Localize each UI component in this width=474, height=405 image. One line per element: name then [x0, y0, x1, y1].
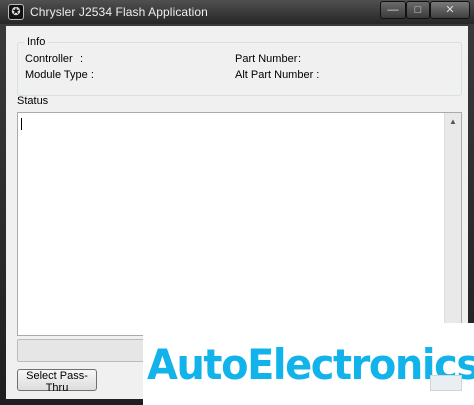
app-window: ✪ Chrysler J2534 Flash Application — □ ✕…	[0, 0, 474, 405]
controller-label: Controller	[25, 53, 73, 65]
status-label: Status	[17, 95, 49, 107]
select-pass-thru-button[interactable]: Select Pass-Thru	[17, 369, 97, 394]
text-caret	[21, 118, 22, 130]
app-icon[interactable]: ✪	[8, 4, 24, 20]
maximize-icon: □	[414, 4, 422, 16]
minimize-icon: —	[387, 4, 399, 16]
status-textarea[interactable]: ▲ ▼	[17, 112, 462, 336]
status-scrollbar[interactable]: ▲ ▼	[444, 113, 461, 335]
close-button[interactable]: ✕	[430, 1, 470, 19]
info-groupbox: Info Controller : Module Type : Part Num…	[17, 36, 462, 96]
window-title: Chrysler J2534 Flash Application	[30, 5, 208, 19]
controller-separator: :	[80, 53, 84, 65]
alt-part-number-label: Alt Part Number :	[235, 69, 320, 81]
hidden-button-fragment[interactable]	[430, 375, 462, 391]
close-icon: ✕	[445, 4, 455, 16]
title-bar[interactable]: ✪ Chrysler J2534 Flash Application — □ ✕	[0, 0, 474, 24]
part-number-separator: :	[298, 53, 302, 65]
maximize-button[interactable]: □	[406, 1, 430, 19]
part-number-label: Part Number	[235, 53, 298, 65]
watermark-overlay: AutoElectronics	[143, 323, 474, 405]
minimize-button[interactable]: —	[380, 1, 406, 19]
scroll-up-icon[interactable]: ▲	[445, 113, 461, 130]
module-type-label: Module Type :	[25, 69, 94, 81]
info-group-label: Info	[24, 36, 49, 48]
watermark-text: AutoElectronics	[147, 340, 474, 389]
